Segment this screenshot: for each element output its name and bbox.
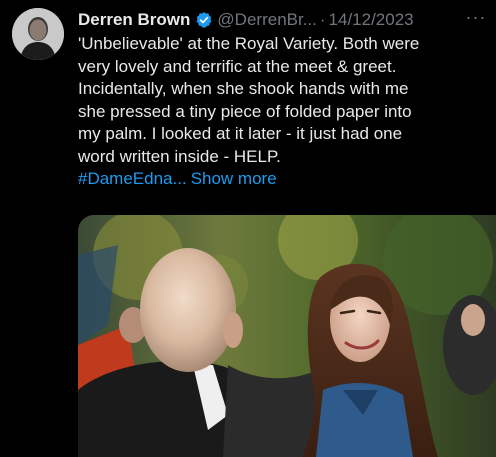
tweet-text-line: 'Unbelievable' at the Royal Variety. Bot…: [78, 34, 420, 53]
tweet-text-line: my palm. I looked at it later - it just …: [78, 124, 403, 143]
tweet-text: 'Unbelievable' at the Royal Variety. Bot…: [78, 33, 490, 191]
verified-badge-icon: [196, 12, 212, 28]
photo-illustration: [78, 215, 496, 457]
avatar-photo: [12, 8, 64, 60]
tweet-text-line-last: #DameEdna... Show more: [78, 168, 490, 191]
tweet-text-line: word written inside - HELP.: [78, 146, 281, 166]
author-handle[interactable]: @DerrenBr...: [217, 10, 316, 30]
avatar[interactable]: [12, 8, 64, 60]
hashtag-link[interactable]: #DameEdna...: [78, 169, 187, 188]
tweet-date[interactable]: 14/12/2023: [329, 10, 414, 30]
tweet-text-line: very lovely and terrific at the meet & g…: [78, 56, 397, 76]
show-more-link[interactable]: Show more: [191, 169, 277, 188]
more-options-icon[interactable]: ···: [462, 8, 490, 30]
author-display-name[interactable]: Derren Brown: [78, 10, 190, 30]
tweet-header: Derren Brown @DerrenBr... · 14/12/2023 ·…: [78, 8, 490, 32]
tweet-text-line: Incidentally, when she shook hands with …: [78, 79, 409, 98]
attached-photo[interactable]: [78, 215, 496, 457]
header-separator: ·: [319, 10, 326, 29]
tweet-text-line: she pressed a tiny piece of folded paper…: [78, 101, 412, 121]
tweet[interactable]: Derren Brown @DerrenBr... · 14/12/2023 ·…: [0, 0, 496, 457]
